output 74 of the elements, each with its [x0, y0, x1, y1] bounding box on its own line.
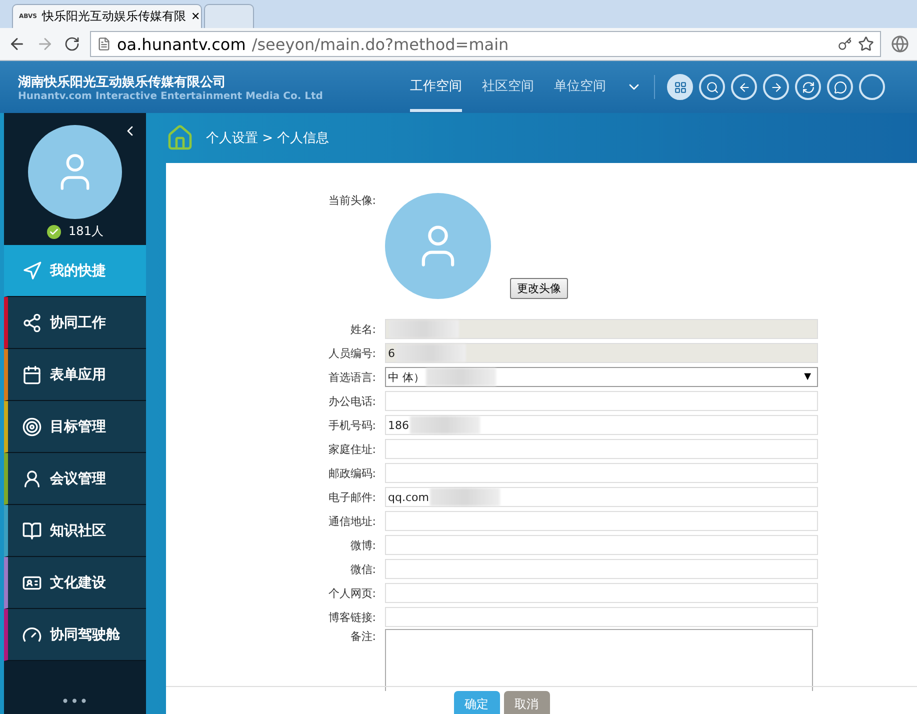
field-label: 首选语言: [327, 370, 376, 384]
globe-icon[interactable] [891, 35, 909, 53]
back-button[interactable] [731, 74, 757, 100]
field-label: 微博: [349, 538, 376, 552]
forward-icon [770, 80, 782, 94]
field-label: 备注: [349, 629, 376, 644]
reload-icon[interactable] [64, 36, 80, 52]
back-icon [738, 80, 750, 94]
online-check-icon [46, 224, 61, 238]
field-label: 当前头像: [327, 193, 376, 208]
input-field[interactable] [385, 463, 818, 483]
company-english-name: Hunantv.com Interactive Entertainment Media Co. Ltd [18, 90, 324, 102]
nav-tab[interactable]: 社区空间 [482, 62, 534, 112]
input-field[interactable] [385, 583, 818, 603]
sidebar-item[interactable]: 文化建设 [4, 557, 146, 609]
field-label: 办公电话: [327, 394, 376, 408]
nav-tab[interactable]: 单位空间 [554, 62, 606, 112]
field-label: 姓名: [349, 322, 376, 336]
field-label: 电子邮件: [327, 490, 376, 504]
star-icon[interactable] [858, 36, 874, 52]
chat-icon [834, 80, 846, 94]
search-button[interactable] [699, 74, 725, 100]
sidebar-item[interactable]: 目标管理 [4, 401, 146, 453]
more-dots[interactable]: ••• [4, 694, 146, 714]
input-field[interactable] [385, 607, 818, 627]
input-field[interactable] [385, 535, 818, 555]
sidebar-item[interactable]: 知识社区 [4, 505, 146, 557]
search-icon [706, 80, 718, 94]
breadcrumb: 个人设置 > 个人信息 [206, 130, 330, 147]
sidebar-item[interactable]: 会议管理 [4, 453, 146, 505]
company-name: 湖南快乐阳光互动娱乐传媒有限公司 [18, 74, 227, 90]
target-icon [22, 416, 42, 436]
more-button[interactable] [859, 74, 885, 100]
input-field[interactable] [385, 439, 818, 459]
share-icon [22, 312, 42, 332]
grid-icon [674, 80, 686, 94]
field-label: 家庭住址: [327, 442, 376, 456]
sidebar-item[interactable]: 表单应用 [4, 349, 146, 401]
input-field[interactable]: 186 [385, 415, 818, 435]
page-icon [97, 37, 111, 51]
input-field[interactable] [385, 559, 818, 579]
sidebar-item[interactable]: 协同驾驶舱 [4, 609, 146, 661]
address-field[interactable]: oa.hunantv.com /seeyon/main.do?method=main [90, 31, 881, 57]
input-field[interactable]: qq.com [385, 487, 818, 507]
field-value: qq.com [388, 490, 429, 504]
field-label: 博客链接: [327, 610, 376, 624]
field-label: 个人网页: [327, 586, 376, 600]
language-select[interactable]: 中 体） ▼ [385, 367, 818, 387]
key-icon[interactable] [838, 37, 852, 51]
field-label: 人员编号: [327, 346, 376, 360]
refresh-icon [802, 80, 814, 94]
sidebar-item[interactable]: 协同工作 [4, 297, 146, 349]
dropdown-arrow-icon: ▼ [804, 372, 811, 382]
change-avatar-button[interactable]: 更改头像 [510, 278, 568, 299]
field-label: 通信地址: [327, 514, 376, 528]
forward-icon[interactable] [36, 35, 54, 53]
field-label: 微信: [349, 562, 376, 576]
back-icon[interactable] [8, 35, 26, 53]
field-label: 邮政编码: [327, 466, 376, 480]
field-label: 手机号码: [327, 418, 376, 432]
gauge-icon [22, 624, 42, 644]
forward-button[interactable] [763, 74, 789, 100]
grid-button[interactable] [667, 74, 693, 100]
online-count: 181人 [68, 223, 104, 240]
input-field[interactable] [385, 511, 818, 531]
input-field[interactable] [385, 391, 818, 411]
close-icon[interactable]: ✕ [190, 10, 200, 23]
book-icon [22, 520, 42, 540]
field-value: 6 [388, 346, 395, 360]
field-value: 中 体） [388, 370, 424, 384]
refresh-button[interactable] [795, 74, 821, 100]
chat-button[interactable] [827, 74, 853, 100]
field-value: 186 [388, 418, 409, 432]
tab-title: 快乐阳光互动娱乐传媒有限 [42, 8, 186, 25]
